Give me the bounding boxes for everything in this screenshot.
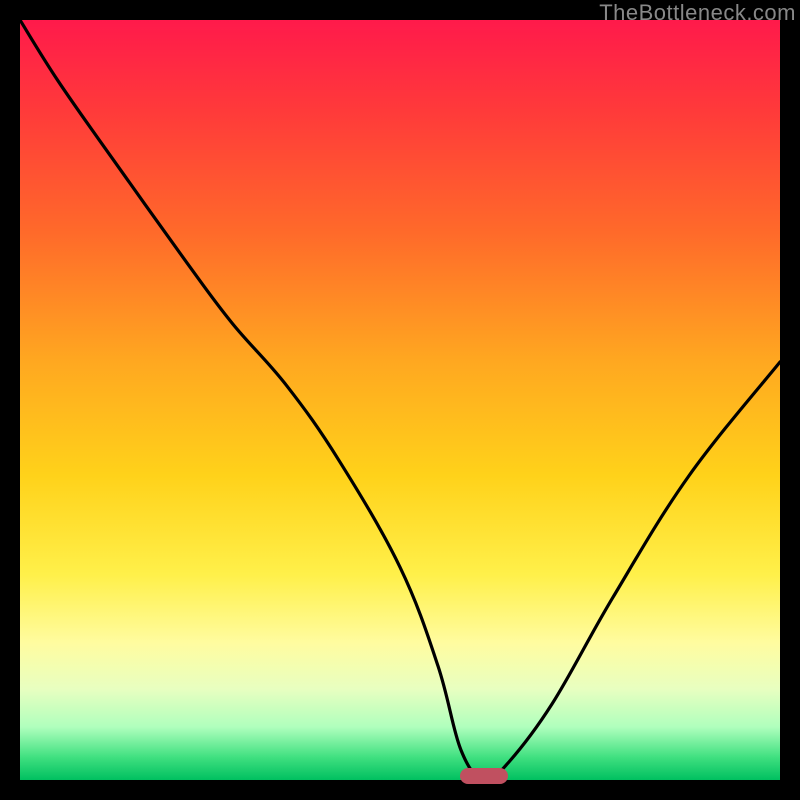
bottleneck-curve-path (20, 20, 780, 780)
bottleneck-chart: TheBottleneck.com (0, 0, 800, 800)
plot-area (20, 20, 780, 780)
optimal-marker (460, 768, 508, 784)
curve-svg (20, 20, 780, 780)
